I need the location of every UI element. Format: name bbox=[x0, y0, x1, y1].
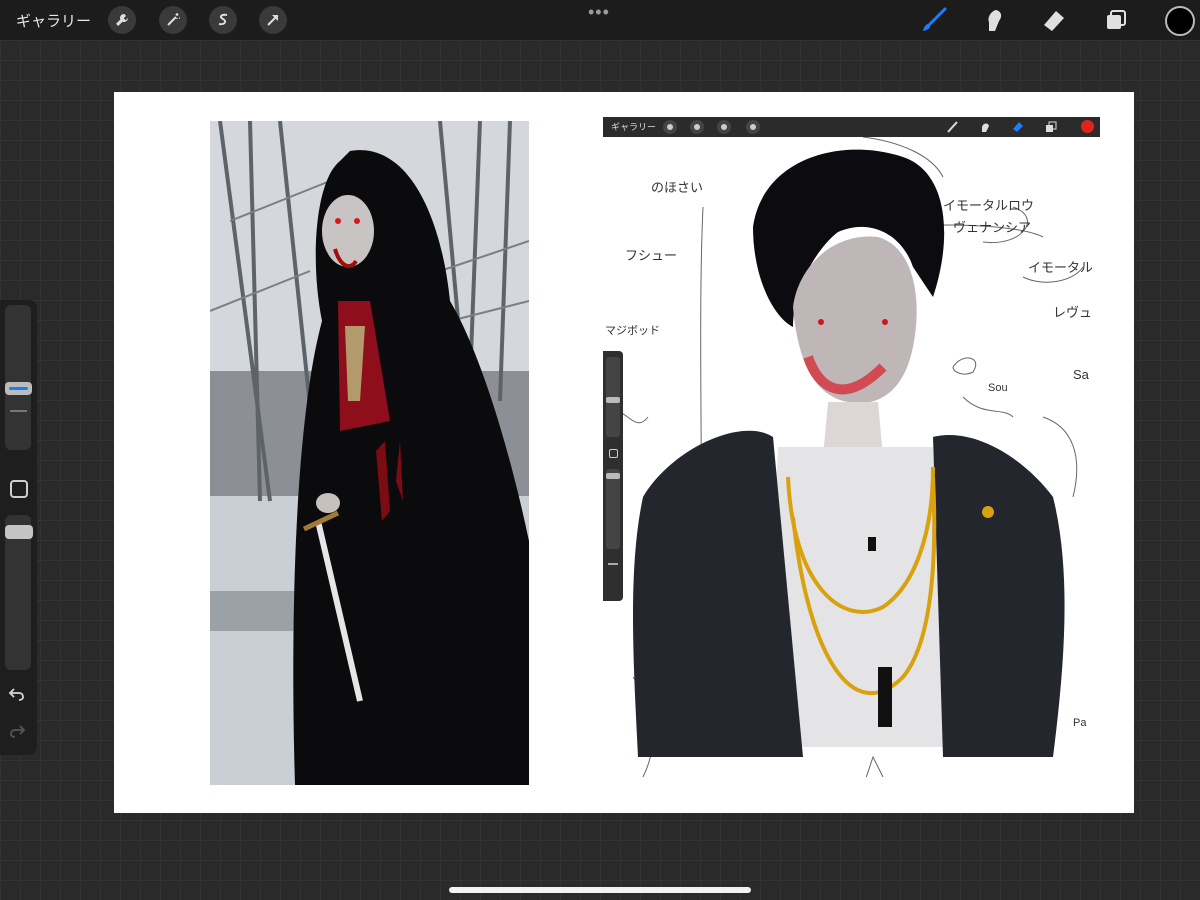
undo-icon[interactable] bbox=[8, 685, 26, 708]
sketch-note: のほさい bbox=[651, 180, 704, 195]
layers-icon[interactable] bbox=[1102, 6, 1130, 34]
left-sidebar bbox=[0, 300, 37, 755]
top-toolbar: ギャラリー ••• bbox=[0, 0, 1200, 40]
color-picker-button[interactable] bbox=[1165, 6, 1195, 36]
brush-size-indicator bbox=[9, 387, 28, 390]
embedded-smudge-icon bbox=[978, 120, 992, 134]
sketch-note: マジボッド bbox=[605, 325, 660, 337]
magic-wand-icon[interactable] bbox=[159, 6, 187, 34]
more-options-icon[interactable]: ••• bbox=[588, 2, 610, 23]
opacity-thumb[interactable] bbox=[5, 525, 33, 539]
embedded-modify-button bbox=[609, 449, 618, 458]
wrench-icon[interactable] bbox=[108, 6, 136, 34]
brush-size-slider[interactable] bbox=[5, 305, 31, 450]
embedded-toolbar: ギャラリー bbox=[603, 117, 1100, 137]
embedded-eraser-icon bbox=[1011, 120, 1025, 134]
sketch-note: Sa bbox=[1073, 367, 1089, 382]
embedded-selection-icon bbox=[717, 120, 731, 134]
embedded-brush-icon bbox=[945, 120, 959, 134]
embedded-opacity-slider bbox=[606, 469, 620, 549]
redo-icon[interactable] bbox=[8, 722, 26, 745]
embedded-magic-wand-icon bbox=[690, 120, 704, 134]
hooded-figure-artwork bbox=[210, 121, 529, 785]
sketch-note: ヴェナンシア bbox=[953, 220, 1032, 235]
embedded-opacity-thumb bbox=[606, 473, 620, 479]
embedded-sidebar bbox=[603, 351, 623, 601]
brush-size-thumb[interactable] bbox=[5, 382, 32, 395]
sketch-note: Pa bbox=[1073, 717, 1087, 729]
sketch-note: レヴュ bbox=[1053, 305, 1093, 320]
embedded-transform-icon bbox=[746, 120, 760, 134]
smudge-icon[interactable] bbox=[980, 6, 1008, 34]
selection-icon[interactable] bbox=[209, 6, 237, 34]
slider-tick bbox=[10, 410, 27, 412]
embedded-wrench-icon bbox=[663, 120, 677, 134]
modify-button[interactable] bbox=[10, 480, 28, 498]
transform-arrow-icon[interactable] bbox=[259, 6, 287, 34]
embedded-gallery-label: ギャラリー bbox=[611, 122, 657, 132]
gallery-button[interactable]: ギャラリー bbox=[16, 10, 91, 31]
brush-icon[interactable] bbox=[920, 6, 948, 34]
embedded-layers-icon bbox=[1044, 120, 1058, 134]
home-indicator[interactable] bbox=[449, 887, 751, 893]
sketch-note: フシュー bbox=[625, 248, 678, 263]
sketch-note: Sou bbox=[988, 382, 1008, 394]
drawing-canvas[interactable]: のほさい フシュー マジボッド イモータルロウ ヴェナンシア イモータル レヴュ… bbox=[114, 92, 1134, 813]
embedded-color-well bbox=[1081, 120, 1094, 133]
embedded-undo-icon bbox=[608, 563, 618, 565]
sketch-artwork: のほさい フシュー マジボッド イモータルロウ ヴェナンシア イモータル レヴュ… bbox=[603, 117, 1100, 777]
sketch-note: イモータル bbox=[1028, 260, 1094, 275]
embedded-size-thumb bbox=[606, 397, 620, 403]
eraser-icon[interactable] bbox=[1040, 6, 1068, 34]
sketch-note: イモータルロウ bbox=[943, 198, 1035, 213]
